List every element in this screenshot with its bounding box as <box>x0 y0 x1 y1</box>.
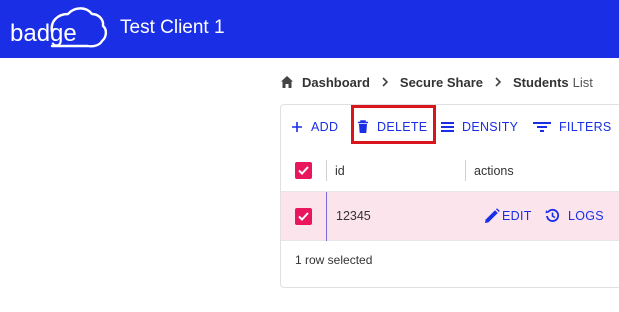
selection-count: 1 row selected <box>295 253 373 267</box>
check-icon <box>298 166 309 175</box>
delete-button-label: DELETE <box>377 120 428 134</box>
column-separator[interactable] <box>465 160 466 181</box>
pencil-icon <box>485 208 500 223</box>
breadcrumb-list-suffix: List <box>572 74 593 90</box>
filters-button[interactable]: FILTERS <box>533 117 612 137</box>
plus-icon <box>292 122 302 132</box>
delete-button[interactable]: DELETE <box>357 117 427 137</box>
row-checkbox[interactable] <box>295 208 312 225</box>
breadcrumb-dashboard[interactable]: Dashboard <box>302 75 370 90</box>
history-icon <box>545 208 560 222</box>
density-button-label: DENSITY <box>462 120 519 134</box>
chevron-right-icon <box>382 77 389 87</box>
logs-button-label: LOGS <box>568 208 604 223</box>
trash-icon <box>358 120 368 133</box>
column-header-id[interactable]: id <box>335 164 345 178</box>
top-app-bar: badge Test Client 1 <box>0 0 619 58</box>
breadcrumb-secure-share[interactable]: Secure Share <box>400 75 483 90</box>
add-button-label: ADD <box>311 120 339 134</box>
column-header-actions[interactable]: actions <box>474 164 514 178</box>
column-separator[interactable] <box>326 160 327 181</box>
logo-text[interactable]: badge <box>10 20 77 48</box>
chevron-right-icon <box>495 77 502 87</box>
density-button[interactable]: DENSITY <box>441 117 518 137</box>
client-name: Test Client 1 <box>120 17 225 38</box>
edit-button-label: EDIT <box>502 209 532 223</box>
breadcrumb-students: Students <box>513 74 569 90</box>
table-header-row: id actions <box>281 149 619 192</box>
add-button[interactable]: ADD <box>291 117 338 137</box>
home-icon[interactable] <box>280 75 294 89</box>
select-all-checkbox[interactable] <box>295 162 312 179</box>
filter-icon <box>533 122 551 132</box>
table-row[interactable]: 12345 EDIT LOGS <box>281 192 619 241</box>
density-icon <box>441 122 454 132</box>
breadcrumb: Dashboard Secure Share Students List <box>280 72 593 92</box>
cell-focus-divider <box>326 192 327 241</box>
logs-button[interactable]: LOGS <box>545 208 604 223</box>
check-icon <box>298 212 309 221</box>
filters-button-label: FILTERS <box>559 120 612 134</box>
grid-toolbar: ADD DELETE DENSITY FILTERS <box>281 105 619 149</box>
students-data-grid: ADD DELETE DENSITY FILTERS id actions 12… <box>280 104 619 288</box>
cell-id: 12345 <box>336 209 371 223</box>
edit-button[interactable]: EDIT <box>484 208 532 224</box>
